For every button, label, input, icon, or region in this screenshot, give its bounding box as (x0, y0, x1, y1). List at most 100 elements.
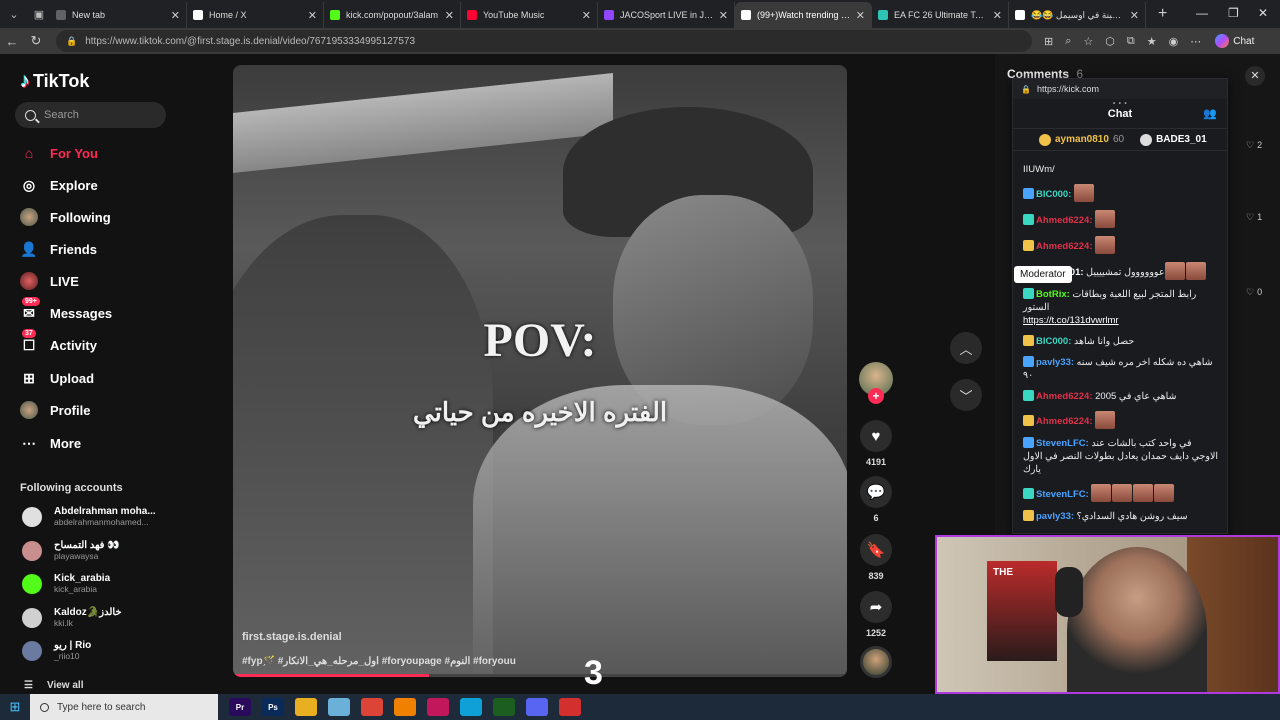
collections-icon[interactable]: ⧉ (1127, 35, 1135, 48)
save-action[interactable]: 🔖 839 (858, 534, 894, 581)
chat-username[interactable]: pavly33: (1036, 511, 1074, 522)
tab-list-chevron-icon[interactable]: ⌄ (3, 3, 25, 25)
nav-item-explore[interactable]: ◎ Explore (20, 174, 98, 196)
music-disc-avatar[interactable] (860, 646, 892, 678)
video-progress-bar[interactable] (233, 674, 847, 677)
copilot-chat-button[interactable]: Chat (1215, 34, 1254, 48)
nav-item-following[interactable]: Following (20, 206, 111, 228)
photoshop-icon[interactable]: Ps (262, 698, 284, 716)
comment-like[interactable]: ♡ 1 (1246, 212, 1262, 223)
browser-tab[interactable]: kick.com/popout/3alam ✕ (324, 2, 461, 28)
search-input[interactable] (44, 109, 154, 121)
close-comments-icon[interactable]: ✕ (1245, 66, 1265, 86)
browser-tab[interactable]: 😂😂 نكتة الجبنة في اوسيمل ✕ (1009, 2, 1146, 28)
new-tab-button[interactable]: + (1158, 5, 1167, 23)
like-action[interactable]: ♥ 4191 (858, 420, 894, 467)
notepad-icon[interactable] (328, 698, 350, 716)
nav-item-upload[interactable]: ⊞ Upload (20, 367, 94, 389)
vlc-icon[interactable] (394, 698, 416, 716)
following-account[interactable]: Kaldoz🐊خالدز kki.lk (22, 607, 122, 628)
nav-item-friends[interactable]: 👤 Friends (20, 238, 97, 260)
browser-tab[interactable]: EA FC 26 Ultimate Team Pr ✕ (872, 2, 1009, 28)
following-account[interactable]: Abdelrahman moha... abdelrahmanmohamed... (22, 506, 156, 527)
minimize-icon[interactable]: — (1196, 6, 1208, 20)
tab-close-icon[interactable]: ✕ (1130, 9, 1139, 22)
chat-username[interactable]: StevenLFC: (1036, 489, 1089, 500)
following-account[interactable]: ريو | Rio _riio10 (22, 640, 91, 661)
chat-username[interactable]: pavly33: (1036, 357, 1074, 368)
pinned-gifter[interactable]: BADE3_01 (1140, 133, 1207, 146)
tiktok-logo[interactable]: ♪ TikTok (20, 70, 89, 93)
share-icon[interactable]: ➦ (860, 591, 892, 623)
comment-like[interactable]: ♡ 2 (1246, 140, 1262, 151)
browser-tab[interactable]: (99+)Watch trending video ✕ (735, 2, 872, 28)
chat-username[interactable]: Ahmed6224: (1036, 215, 1093, 226)
extensions-icon[interactable]: ⬡ (1105, 35, 1115, 48)
video-caption[interactable]: #fyp🪄 #اول_مرحله_هي_الانكار #foryoupage … (242, 656, 516, 667)
video-author[interactable]: first.stage.is.denial (242, 631, 342, 643)
drag-handle-icon[interactable]: • • • (1113, 101, 1128, 107)
profile-icon[interactable]: ◉ (1169, 35, 1179, 48)
tab-close-icon[interactable]: ✕ (719, 9, 728, 22)
browser-tab[interactable]: YouTube Music ✕ (461, 2, 598, 28)
following-account[interactable]: فهد التمساح 👀 playawaysa (22, 540, 120, 561)
menu-icon[interactable]: ⋯ (1190, 35, 1201, 48)
nav-item-messages[interactable]: ✉ 99+ Messages (20, 297, 112, 324)
url-field[interactable]: 🔒 https://www.tiktok.com/@first.stage.is… (56, 30, 1032, 52)
bookmark-icon[interactable]: 🔖 (860, 534, 892, 566)
chat-username[interactable]: BotRix: (1036, 289, 1070, 300)
nav-item-profile[interactable]: Profile (20, 399, 90, 421)
nav-item-live[interactable]: LIVE (20, 270, 79, 292)
tab-close-icon[interactable]: ✕ (171, 9, 180, 22)
split-screen-icon[interactable]: ⊞ (1044, 35, 1053, 48)
comment-action[interactable]: 💬 6 (858, 476, 894, 523)
favorites-list-icon[interactable]: ★ (1147, 35, 1157, 48)
chat-username[interactable]: Ahmed6224: (1036, 241, 1093, 252)
next-video-chevron-down-icon[interactable]: ﹀ (950, 379, 982, 411)
tab-close-icon[interactable]: ✕ (582, 9, 591, 22)
maximize-icon[interactable]: ❐ (1228, 6, 1239, 20)
tab-close-icon[interactable]: ✕ (993, 9, 1002, 22)
heart-icon[interactable]: ♥ (860, 420, 892, 452)
premiere-icon[interactable]: Pr (229, 698, 251, 716)
nav-item-for-you[interactable]: ⌂ For You (20, 142, 98, 164)
windows-start-icon[interactable]: ⊞ (0, 699, 30, 715)
workspaces-icon[interactable]: ▣ (28, 3, 50, 25)
taskbar-search[interactable]: Type here to search (30, 694, 218, 720)
chat-username[interactable]: BIC000: (1036, 336, 1071, 347)
browser-tab[interactable]: JACOSport LIVE in JACO - J ✕ (598, 2, 735, 28)
video-player[interactable]: POV: الفتره الاخيره من حياتي first.stage… (233, 65, 847, 677)
favorite-star-icon[interactable]: ☆ (1083, 35, 1093, 48)
search-box[interactable] (15, 102, 166, 128)
kick-app-icon[interactable] (493, 698, 515, 716)
previous-video-chevron-up-icon[interactable]: ︿ (950, 332, 982, 364)
pinned-gifter[interactable]: ayman0810 60 (1039, 133, 1124, 146)
comment-icon[interactable]: 💬 (860, 476, 892, 508)
explorer-icon[interactable] (295, 698, 317, 716)
winrar-icon[interactable] (427, 698, 449, 716)
users-icon[interactable]: 👥 (1203, 107, 1217, 120)
nav-item-activity[interactable]: ☐ 37 Activity (20, 329, 97, 356)
browser-tab[interactable]: Home / X ✕ (187, 2, 324, 28)
edge-icon[interactable] (460, 698, 482, 716)
chrome-icon[interactable] (361, 698, 383, 716)
chat-username[interactable]: Ahmed6224: (1036, 416, 1093, 427)
tab-close-icon[interactable]: ✕ (445, 9, 454, 22)
browser-tab[interactable]: New tab ✕ (50, 2, 187, 28)
tab-close-icon[interactable]: ✕ (308, 9, 317, 22)
zoom-icon[interactable]: ⌕ (1065, 35, 1071, 48)
view-all-button[interactable]: ☰ View all (24, 680, 83, 691)
follow-plus-icon[interactable]: + (868, 388, 884, 404)
chat-username[interactable]: BIC000: (1036, 189, 1071, 200)
refresh-icon[interactable]: ↻ (24, 33, 48, 49)
tab-close-icon[interactable]: ✕ (856, 9, 865, 22)
following-account[interactable]: Kick_arabia kick_arabia (22, 573, 110, 594)
chat-username[interactable]: StevenLFC: (1036, 438, 1089, 449)
chat-link[interactable]: https://t.co/131dvwrlmr (1023, 315, 1119, 326)
nav-item-more[interactable]: ⋯ More (20, 432, 81, 454)
chat-username[interactable]: Ahmed6224: (1036, 391, 1093, 402)
obs-icon[interactable] (559, 698, 581, 716)
back-icon[interactable]: ← (0, 34, 24, 49)
discord-icon[interactable] (526, 698, 548, 716)
close-window-icon[interactable]: ✕ (1258, 6, 1268, 20)
